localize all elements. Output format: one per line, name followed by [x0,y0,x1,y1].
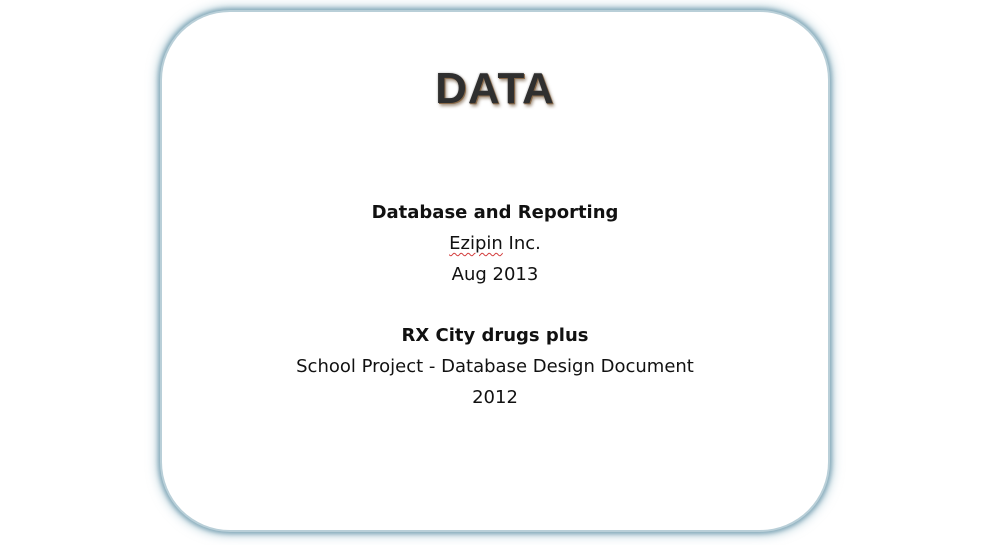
company-line: Ezipin Inc. [162,228,828,259]
section-heading-database-reporting: Database and Reporting [371,202,619,223]
company-name: Ezipin [449,233,503,254]
page-title: DATA [435,64,555,113]
company-suffix: Inc. [502,233,541,254]
section-rx-city: RX City drugs plus School Project - Data… [162,320,828,413]
document-card: DATA Database and Reporting Ezipin Inc. … [162,12,828,530]
section-heading-rx-city: RX City drugs plus [401,325,589,346]
section-date: Aug 2013 [451,264,539,285]
section-database-reporting: Database and Reporting Ezipin Inc. Aug 2… [162,197,828,290]
project-year: 2012 [472,387,518,408]
project-description: School Project - Database Design Documen… [296,356,694,377]
